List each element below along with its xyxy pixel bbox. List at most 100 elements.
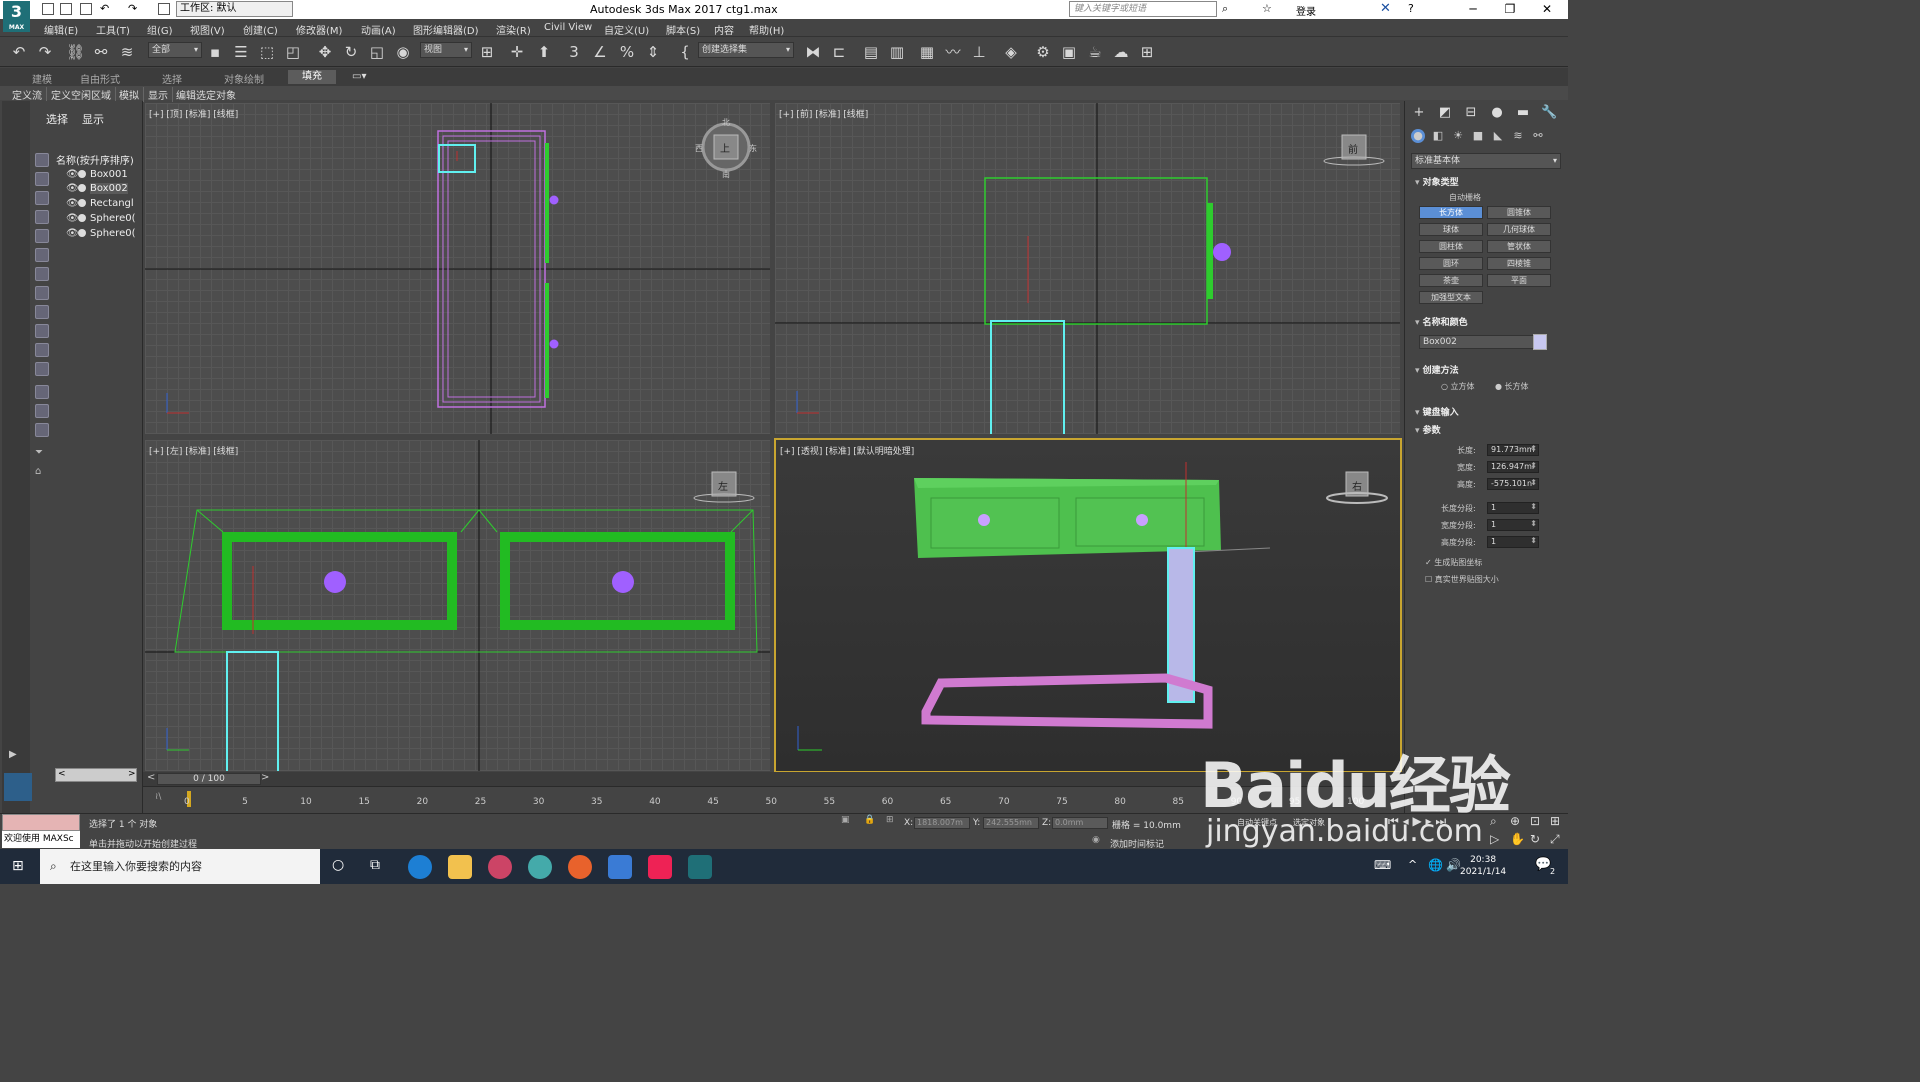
- redo-icon[interactable]: ↷: [128, 2, 137, 15]
- filter-bones-icon[interactable]: [35, 305, 49, 319]
- bind-spacewarp-icon[interactable]: ≋: [118, 43, 136, 61]
- app-icon-1[interactable]: [488, 855, 512, 879]
- display-tab-icon[interactable]: ▬: [1515, 105, 1531, 121]
- filter-spacewarps-icon[interactable]: [35, 248, 49, 262]
- align-icon[interactable]: ⊏: [830, 43, 848, 61]
- minimize-button[interactable]: ─: [1458, 2, 1488, 16]
- list-item[interactable]: 👁 Box001: [66, 169, 142, 183]
- spacewarps-icon[interactable]: ≋: [1511, 129, 1525, 143]
- real-world-checkbox[interactable]: ☐ 真实世界贴图大小: [1425, 574, 1499, 585]
- render-cloud-icon[interactable]: ☁: [1112, 43, 1130, 61]
- isolate-icon[interactable]: ▣: [841, 815, 850, 825]
- zoom-extents-icon[interactable]: ⊡: [1530, 814, 1540, 828]
- viewport-layout-icon[interactable]: [4, 773, 32, 801]
- viewport-label[interactable]: [+] [前] [标准] [线框]: [779, 107, 868, 120]
- freeze-icon[interactable]: [78, 184, 86, 192]
- search-input[interactable]: 键入关键字或短语: [1069, 1, 1217, 17]
- section-keyboard-entry[interactable]: 键盘输入: [1415, 405, 1459, 418]
- viewport-front[interactable]: [+] [前] [标准] [线框] 前: [775, 103, 1400, 434]
- toggle-ribbon-icon[interactable]: ▥: [888, 43, 906, 61]
- time-tag-icon[interactable]: ◉: [1092, 835, 1100, 845]
- viewport-top[interactable]: [+] [顶] [标准] [线框] 上 北 南 西 东: [145, 103, 770, 434]
- z-coord-field[interactable]: 0.0mm: [1052, 817, 1108, 829]
- eye-icon[interactable]: 👁: [66, 183, 79, 194]
- viewcube[interactable]: 上: [720, 140, 730, 155]
- primitive-geosphere-button[interactable]: 几何球体: [1487, 223, 1551, 236]
- category-dropdown[interactable]: 标准基本体: [1411, 153, 1561, 169]
- subtab-display[interactable]: 显示: [148, 87, 173, 102]
- filter-hidden-icon[interactable]: [35, 362, 49, 376]
- menu-content[interactable]: 内容: [714, 22, 734, 37]
- viewport-perspective[interactable]: [+] [透视] [标准] [默认明暗处理] 右: [774, 438, 1402, 773]
- ime-icon[interactable]: ⌨: [1374, 858, 1391, 872]
- angle-snap-icon[interactable]: ∠: [591, 43, 609, 61]
- track-bar[interactable]: ≀\ 0 5 10 15 20 25 30 35 40 45 50 55 60 65 70 75 80 85 90 9…: [143, 786, 1404, 813]
- filter-cameras-icon[interactable]: [35, 210, 49, 224]
- scroll-right-icon[interactable]: >: [128, 769, 136, 779]
- volume-icon[interactable]: 🔊: [1446, 858, 1461, 872]
- menu-create[interactable]: 创建(C): [243, 22, 278, 37]
- rendered-frame-icon[interactable]: ▣: [1060, 43, 1078, 61]
- task-view-icon[interactable]: ⧉: [370, 857, 380, 873]
- pan-icon[interactable]: ✋: [1510, 832, 1525, 846]
- zoom-icon[interactable]: ⌕: [1490, 814, 1497, 829]
- windows-start-icon[interactable]: ⊞: [12, 858, 24, 874]
- freeze-icon[interactable]: [78, 199, 86, 207]
- auto-key-button[interactable]: 自动关键点: [1237, 817, 1277, 828]
- app-icon-2[interactable]: [528, 855, 552, 879]
- ribbon-tab-object-paint[interactable]: 对象绘制: [224, 71, 264, 86]
- app-logo[interactable]: 3 MAX: [3, 1, 30, 32]
- app-icon-4[interactable]: [648, 855, 672, 879]
- subtab-simulate[interactable]: 模拟: [119, 87, 144, 102]
- snaps-toggle-icon[interactable]: 3: [565, 43, 583, 61]
- filter-groups-icon[interactable]: [35, 267, 49, 281]
- height-spinner[interactable]: -575.101n: [1487, 478, 1539, 490]
- viewcube[interactable]: 左: [718, 478, 728, 493]
- radio-box[interactable]: ● 长方体: [1495, 381, 1529, 392]
- close-button[interactable]: ✕: [1532, 2, 1562, 16]
- help-icon[interactable]: ?: [1408, 2, 1414, 15]
- ribbon-tab-selection[interactable]: 选择: [162, 71, 182, 86]
- explorer-tab-select[interactable]: 选择: [46, 111, 68, 127]
- funnel-icon[interactable]: ⏷: [35, 447, 49, 461]
- filter-shapes-icon[interactable]: [35, 172, 49, 186]
- clock[interactable]: 20:38 2021/1/14: [1460, 854, 1506, 878]
- filter-lights-icon[interactable]: [35, 191, 49, 205]
- ribbon-options-icon[interactable]: ▭▾: [352, 71, 366, 82]
- move-icon[interactable]: ✥: [316, 43, 334, 61]
- menu-view[interactable]: 视图(V): [190, 22, 225, 37]
- 3dsmax-taskbar-icon[interactable]: [688, 855, 712, 879]
- object-name-input[interactable]: Box002: [1419, 335, 1535, 349]
- geometry-icon[interactable]: ●: [1411, 129, 1425, 143]
- filter-xrefs-icon[interactable]: [35, 286, 49, 300]
- hierarchy-tab-icon[interactable]: ⊟: [1463, 105, 1479, 121]
- primitive-tube-button[interactable]: 管状体: [1487, 240, 1551, 253]
- new-file-icon[interactable]: [42, 3, 54, 15]
- helpers-icon[interactable]: ◣: [1491, 129, 1505, 143]
- zoom-all-icon[interactable]: ⊕: [1510, 814, 1520, 828]
- filter-helpers-icon[interactable]: [35, 229, 49, 243]
- reference-coord-dropdown[interactable]: 视图: [420, 42, 472, 58]
- viewport-label[interactable]: [+] [左] [标准] [线框]: [149, 444, 238, 457]
- schematic-view-icon[interactable]: ⊥: [970, 43, 988, 61]
- gen-mapping-checkbox[interactable]: ✓ 生成贴图坐标: [1425, 557, 1482, 568]
- app-icon-3[interactable]: [608, 855, 632, 879]
- primitive-torus-button[interactable]: 圆环: [1419, 257, 1483, 270]
- binoculars-icon[interactable]: ⌕: [1222, 2, 1228, 16]
- primitive-teapot-button[interactable]: 茶壶: [1419, 274, 1483, 287]
- list-item[interactable]: 👁 Rectangl: [66, 198, 142, 212]
- ribbon-tab-freeform[interactable]: 自由形式: [80, 71, 120, 86]
- frame-counter[interactable]: 0 / 100: [157, 773, 261, 785]
- expand-arrow-icon[interactable]: ▶: [9, 749, 17, 760]
- filter-geometry-icon[interactable]: [35, 153, 49, 167]
- cameras-icon[interactable]: ■: [1471, 129, 1485, 143]
- pivot-center-icon[interactable]: ⊞: [478, 43, 496, 61]
- viewcube[interactable]: 前: [1348, 141, 1358, 156]
- keyboard-shortcut-icon[interactable]: ⬆: [535, 43, 553, 61]
- subtab-define-flows[interactable]: 定义流: [12, 87, 47, 102]
- maxscript-welcome[interactable]: 欢迎使用 MAXSc: [2, 831, 80, 848]
- time-prev-icon[interactable]: <: [147, 772, 155, 783]
- edit-named-selection-icon[interactable]: {: [676, 43, 694, 61]
- object-color-swatch[interactable]: [1533, 334, 1547, 350]
- subtab-define-idle-areas[interactable]: 定义空闲区域: [51, 87, 116, 102]
